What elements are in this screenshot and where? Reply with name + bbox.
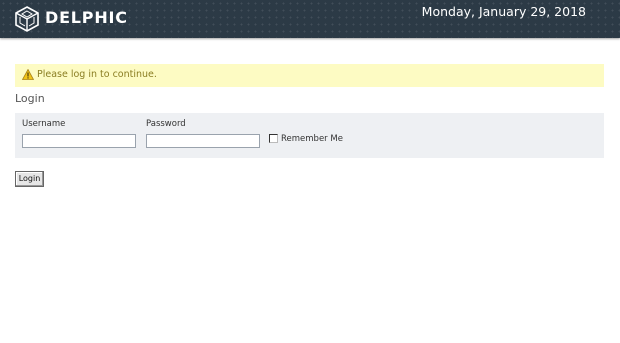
username-label: Username	[22, 119, 66, 129]
top-header: DELPHIC Monday, January 29, 2018	[0, 0, 620, 38]
login-button[interactable]: Login	[15, 171, 44, 187]
cube-logo-icon	[15, 6, 39, 32]
notice-message: Please log in to continue.	[37, 69, 157, 80]
current-date: Monday, January 29, 2018	[421, 4, 586, 19]
username-input[interactable]	[22, 134, 136, 148]
warning-icon	[22, 69, 34, 80]
brand-name: DELPHIC	[45, 8, 128, 27]
password-label: Password	[146, 119, 186, 129]
password-input[interactable]	[146, 134, 260, 148]
login-heading: Login	[15, 92, 45, 105]
login-form-panel: Username Password Remember Me	[15, 113, 604, 158]
remember-me-label[interactable]: Remember Me	[281, 134, 343, 144]
login-notice: Please log in to continue.	[15, 64, 604, 87]
remember-me-checkbox[interactable]	[269, 134, 278, 143]
